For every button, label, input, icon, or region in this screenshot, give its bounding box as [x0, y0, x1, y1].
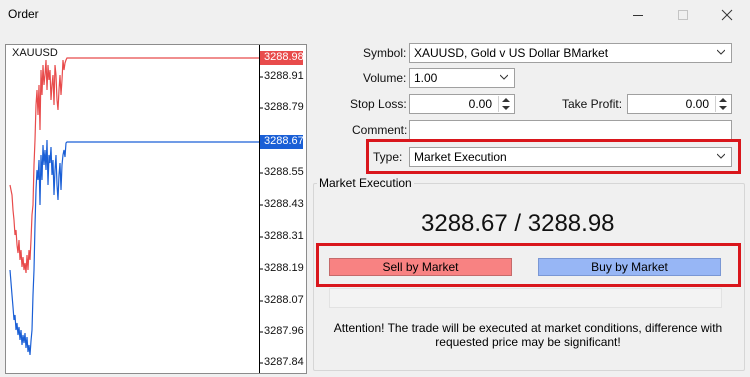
- comment-input[interactable]: [409, 120, 732, 140]
- chevron-down-icon: [717, 49, 725, 55]
- window-title: Order: [8, 7, 39, 21]
- bid-ask-prices: 3288.67 / 3288.98: [421, 210, 615, 237]
- spinner-arrows-icon: [719, 98, 727, 110]
- minimize-button[interactable]: [615, 0, 661, 30]
- chart-symbol-label: XAUUSD: [12, 47, 58, 59]
- tick-chart-canvas: [9, 45, 303, 373]
- minimize-icon: [633, 15, 643, 16]
- chevron-down-icon: [500, 74, 508, 80]
- take-profit-value: 0.00: [685, 97, 709, 111]
- symbol-label: Symbol:: [363, 46, 407, 60]
- price-axis-label: 3288.79: [264, 101, 304, 113]
- volume-label: Volume:: [363, 71, 407, 85]
- market-execution-title: Market Execution: [317, 176, 414, 190]
- symbol-value: XAUUSD, Gold v US Dollar BMarket: [414, 46, 609, 60]
- spinner-arrows-icon: [502, 98, 510, 110]
- volume-combobox[interactable]: 1.00: [409, 68, 515, 88]
- execution-status-panel: [329, 288, 722, 308]
- stop-loss-spinner[interactable]: [498, 96, 513, 112]
- take-profit-spinner[interactable]: [715, 96, 730, 112]
- take-profit-input[interactable]: 0.00: [627, 94, 732, 114]
- price-axis-label: 3288.91: [264, 70, 304, 82]
- symbol-select[interactable]: XAUUSD, Gold v US Dollar BMarket: [409, 43, 732, 63]
- chevron-down-icon: [717, 153, 725, 159]
- type-value: Market Execution: [414, 150, 507, 164]
- price-axis-label: 3288.55: [264, 166, 304, 178]
- price-axis-label: 3288.31: [264, 230, 304, 242]
- attention-line-2: requested price may be significant!: [435, 335, 621, 349]
- price-axis-label: 3288.19: [264, 262, 304, 274]
- type-label: Type:: [373, 150, 403, 164]
- ask-price-tag: 3288.98: [264, 51, 304, 63]
- price-axis-label: 3287.96: [264, 325, 304, 337]
- price-axis-label: 3288.43: [264, 198, 304, 210]
- stop-loss-input[interactable]: 0.00: [409, 94, 515, 114]
- take-profit-label: Take Profit:: [562, 97, 623, 111]
- close-icon: [721, 9, 733, 21]
- price-axis-label: 3287.84: [264, 356, 304, 368]
- volume-value: 1.00: [414, 71, 438, 85]
- bid-line: [9, 139, 259, 356]
- maximize-button: [660, 0, 706, 30]
- bid-price-tag: 3288.67: [264, 135, 304, 147]
- stop-loss-label: Stop Loss:: [350, 97, 407, 111]
- comment-label: Comment:: [352, 123, 408, 137]
- price-axis-label: 3288.07: [264, 294, 304, 306]
- buy-by-market-button[interactable]: Buy by Market: [538, 258, 721, 276]
- maximize-icon: [678, 10, 688, 20]
- close-button[interactable]: [704, 0, 750, 30]
- attention-line-1: Attention! The trade will be executed at…: [333, 321, 723, 335]
- sell-by-market-button[interactable]: Sell by Market: [329, 258, 512, 276]
- tick-chart: XAUUSD 3288.98 3288.67 3288.91 3288.79 3…: [5, 44, 307, 374]
- type-select[interactable]: Market Execution: [409, 147, 732, 167]
- stop-loss-value: 0.00: [468, 97, 492, 111]
